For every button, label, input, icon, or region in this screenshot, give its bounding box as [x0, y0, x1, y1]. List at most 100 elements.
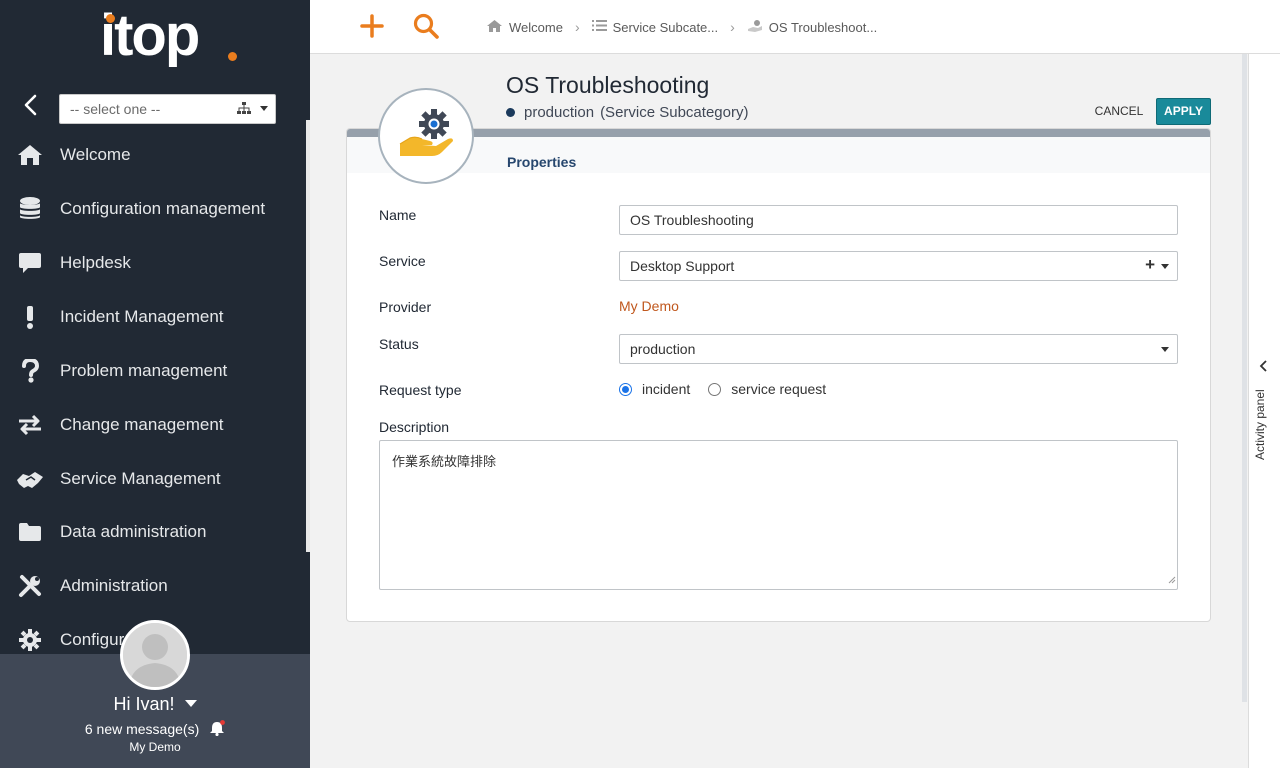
request-type-radio-group: incident service request [619, 381, 826, 397]
exclamation-icon [16, 303, 44, 331]
collapse-sidebar-icon[interactable] [18, 92, 44, 118]
service-select-value: Desktop Support [630, 258, 735, 274]
tab-properties[interactable]: Properties [507, 154, 576, 170]
provider-link[interactable]: My Demo [619, 298, 679, 314]
menu-item-configuration-management[interactable]: Configuration management [0, 184, 306, 234]
user-greeting-menu[interactable]: Hi Ivan! [0, 694, 310, 715]
chevron-down-icon [260, 106, 268, 111]
menu-item-problem-management[interactable]: Problem management [0, 346, 306, 396]
menu-item-label: Welcome [60, 145, 131, 164]
page-title: OS Troubleshooting [506, 72, 710, 98]
question-icon [16, 357, 44, 385]
folder-icon [16, 518, 44, 546]
menu-item-label: Incident Management [60, 307, 224, 326]
service-label: Service [379, 253, 426, 269]
logo-dot-orange [228, 52, 237, 61]
breadcrumb-label: OS Troubleshoot... [768, 19, 878, 35]
name-field-value: OS Troubleshooting [630, 212, 754, 228]
object-icon-medallion [378, 88, 474, 184]
breadcrumb-separator-icon: › [730, 19, 735, 35]
menu-item-label: Service Management [60, 469, 221, 488]
bell-icon [209, 720, 226, 739]
gear-icon [16, 626, 44, 654]
status-select[interactable]: production [619, 334, 1178, 364]
menu-item-label: Change management [60, 415, 224, 434]
organization-select-value: -- select one -- [70, 101, 161, 117]
menu-item-incident-management[interactable]: Incident Management [0, 292, 306, 342]
description-label: Description [379, 419, 450, 435]
card-header-strip [347, 129, 1210, 137]
user-greeting: Hi Ivan! [113, 694, 175, 714]
hierarchy-icon [237, 102, 251, 118]
menu-item-change-management[interactable]: Change management [0, 400, 306, 450]
add-service-plus-icon[interactable]: + [1145, 255, 1155, 275]
description-value: 作業系統故障排除 [392, 455, 497, 470]
provider-label: Provider [379, 299, 432, 315]
breadcrumb-item-service-subcategory[interactable]: Service Subcate... [591, 19, 719, 35]
menu-item-helpdesk[interactable]: Helpdesk [0, 238, 306, 288]
chevron-left-icon[interactable] [1259, 360, 1269, 376]
menu-item-data-administration[interactable]: Data administration [0, 507, 306, 557]
main-scrollbar[interactable] [1242, 54, 1247, 702]
chevron-down-icon [184, 700, 197, 707]
breadcrumb-separator-icon: › [574, 19, 580, 35]
logo-text: itop [100, 3, 200, 68]
breadcrumb: Welcome › Service Subcate... › OS Troubl… [486, 18, 877, 36]
top-bar: Welcome › Service Subcate... › OS Troubl… [310, 0, 1280, 54]
name-label: Name [379, 207, 417, 223]
menu-item-administration[interactable]: Administration [0, 561, 306, 611]
menu-item-welcome[interactable]: Welcome [0, 130, 306, 180]
sidebar: itop -- select one -- Welcome Configurat… [0, 0, 310, 768]
activity-panel-label[interactable]: Activity panel [1253, 389, 1267, 460]
service-select[interactable]: Desktop Support + [619, 251, 1178, 281]
list-icon [591, 19, 607, 35]
menu-item-label: Administration [60, 576, 168, 595]
object-subtitle: production (Service Subcategory) [506, 104, 748, 121]
menu-item-label: Data administration [60, 522, 207, 541]
breadcrumb-item-current[interactable]: OS Troubleshoot... [747, 19, 877, 36]
menu-item-label: Configuration management [60, 199, 266, 218]
tools-icon [16, 572, 44, 600]
sidebar-scrollbar[interactable] [306, 120, 310, 552]
exchange-arrows-icon [16, 411, 44, 439]
service-subcategory-icon [398, 108, 456, 168]
menu-item-label: Problem management [60, 361, 228, 380]
chevron-down-icon [1161, 347, 1169, 352]
radio-incident-label[interactable]: incident [642, 381, 690, 397]
apply-button[interactable]: APPLY [1156, 98, 1211, 125]
radio-incident[interactable] [619, 382, 632, 396]
itop-logo[interactable]: itop [100, 3, 240, 80]
radio-service-request-label[interactable]: service request [731, 381, 826, 397]
tabs-bar: Properties [347, 137, 1210, 173]
chevron-down-icon [1161, 264, 1169, 269]
status-dot-icon [506, 108, 515, 117]
menu-item-service-management[interactable]: Service Management [0, 454, 306, 504]
handshake-icon [16, 465, 44, 493]
database-icon [16, 195, 44, 223]
description-textarea[interactable]: 作業系統故障排除 [379, 440, 1178, 590]
object-class: (Service Subcategory) [600, 104, 749, 121]
home-icon [16, 141, 44, 169]
menu-item-label: Helpdesk [60, 253, 131, 272]
breadcrumb-item-welcome[interactable]: Welcome [486, 19, 563, 36]
organization-select[interactable]: -- select one -- [59, 94, 276, 124]
breadcrumb-label: Welcome [509, 19, 563, 35]
search-icon[interactable] [412, 12, 440, 40]
object-status: production [524, 104, 595, 121]
home-icon [486, 19, 503, 36]
status-label: Status [379, 336, 419, 352]
breadcrumb-label: Service Subcate... [612, 19, 719, 35]
new-messages-text: 6 new message(s) [84, 721, 200, 737]
chat-bubble-icon [16, 249, 44, 277]
new-object-plus-icon[interactable] [358, 12, 386, 40]
status-select-value: production [630, 341, 696, 357]
new-messages-link[interactable]: 6 new message(s) [0, 718, 310, 737]
request-type-label: Request type [379, 382, 462, 398]
resize-handle-icon[interactable] [1166, 573, 1176, 588]
name-field[interactable]: OS Troubleshooting [619, 205, 1178, 235]
logo-dot [106, 14, 115, 23]
avatar[interactable] [120, 620, 190, 690]
radio-service-request[interactable] [708, 382, 722, 396]
cancel-button[interactable]: CANCEL [1088, 100, 1150, 122]
user-organization: My Demo [129, 740, 181, 754]
